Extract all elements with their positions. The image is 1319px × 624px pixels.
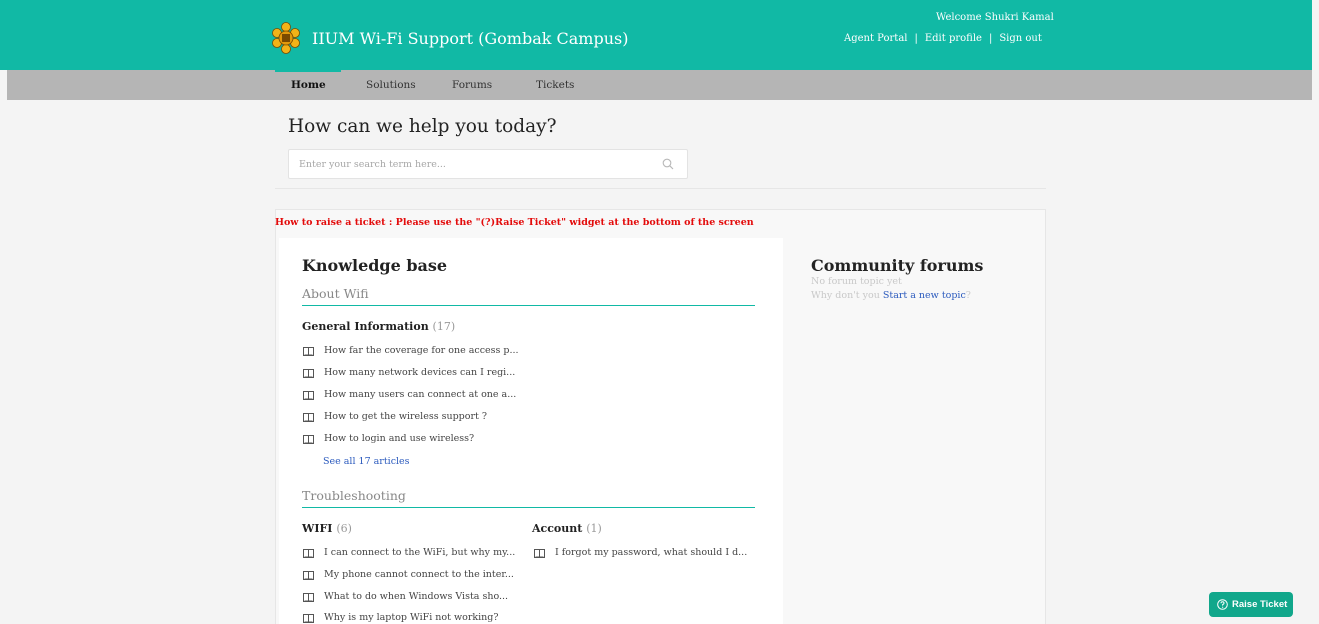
article-title[interactable]: How to get the wireless support ?: [324, 411, 487, 422]
folder-general-information[interactable]: General Information (17): [302, 320, 455, 333]
article-title[interactable]: Why is my laptop WiFi not working?: [324, 612, 498, 623]
article-book-icon: [303, 369, 314, 378]
community-forums-title: Community forums: [811, 256, 984, 275]
iium-logo-icon[interactable]: [272, 22, 300, 54]
raise-ticket-button[interactable]: Raise Ticket: [1209, 592, 1293, 617]
article-title[interactable]: I forgot my password, what should I d...: [555, 547, 747, 558]
article-title[interactable]: How far the coverage for one access p...: [324, 345, 519, 356]
article-book-icon: [303, 593, 314, 602]
tab-tickets[interactable]: Tickets: [536, 70, 574, 100]
help-heading: How can we help you today?: [288, 116, 557, 137]
forums-prompt-suffix: ?: [965, 290, 971, 301]
search-input[interactable]: [289, 150, 649, 178]
forums-prompt: Why don't you Start a new topic?: [811, 290, 971, 301]
search-icon[interactable]: [662, 158, 674, 170]
folder-count: (6): [336, 522, 352, 535]
forums-prompt-prefix: Why don't you: [811, 290, 880, 301]
article-title[interactable]: How to login and use wireless?: [324, 433, 474, 444]
link-separator: |: [988, 33, 993, 44]
tab-forums[interactable]: Forums: [452, 70, 492, 100]
article-book-icon: [303, 435, 314, 444]
forums-empty-text: No forum topic yet: [811, 276, 902, 287]
site-header: IIUM Wi-Fi Support (Gombak Campus) Welco…: [0, 0, 1312, 70]
article-title[interactable]: What to do when Windows Vista sho...: [324, 591, 508, 602]
start-new-topic-link[interactable]: Start a new topic: [883, 290, 966, 301]
article-book-icon: [303, 571, 314, 580]
folder-name[interactable]: WIFI: [302, 522, 332, 535]
raise-ticket-label: Raise Ticket: [1232, 599, 1288, 610]
article-book-icon: [303, 549, 314, 558]
question-circle-icon: [1217, 599, 1228, 610]
folder-count: (17): [432, 320, 456, 333]
tab-home[interactable]: Home: [275, 70, 341, 100]
article-book-icon: [534, 549, 545, 558]
article-book-icon: [303, 391, 314, 400]
folder-name[interactable]: General Information: [302, 320, 429, 333]
hero-divider: [275, 188, 1046, 189]
tab-solutions[interactable]: Solutions: [366, 70, 416, 100]
welcome-text: Welcome Shukri Kamal: [936, 12, 1054, 23]
article-book-icon: [303, 614, 314, 623]
section-troubleshooting[interactable]: Troubleshooting: [302, 488, 755, 508]
article-title[interactable]: How many users can connect at one a...: [324, 389, 516, 400]
section-about-wifi[interactable]: About Wifi: [302, 286, 755, 306]
folder-name[interactable]: Account: [532, 522, 582, 535]
see-all-articles-link[interactable]: See all 17 articles: [323, 456, 410, 467]
link-separator: |: [914, 33, 918, 44]
site-title[interactable]: IIUM Wi-Fi Support (Gombak Campus): [312, 29, 628, 48]
article-title[interactable]: I can connect to the WiFi, but why my...: [324, 547, 515, 558]
agent-portal-link[interactable]: Agent Portal: [844, 33, 907, 44]
article-title[interactable]: How many network devices can I regi...: [324, 367, 515, 378]
raise-ticket-notice: How to raise a ticket : Please use the "…: [275, 217, 754, 228]
main-nav: Home Solutions Forums Tickets: [7, 70, 1312, 100]
folder-wifi[interactable]: WIFI (6): [302, 522, 352, 535]
article-title[interactable]: My phone cannot connect to the inter...: [324, 569, 514, 580]
sign-out-link[interactable]: Sign out: [999, 33, 1042, 44]
article-book-icon: [303, 347, 314, 356]
folder-count: (1): [586, 522, 602, 535]
search-box: [288, 149, 688, 179]
header-links: Agent Portal | Edit profile | Sign out: [844, 33, 1042, 44]
edit-profile-link[interactable]: Edit profile: [925, 33, 982, 44]
article-book-icon: [303, 413, 314, 422]
knowledge-base-title: Knowledge base: [302, 256, 448, 275]
folder-account[interactable]: Account (1): [532, 522, 602, 535]
